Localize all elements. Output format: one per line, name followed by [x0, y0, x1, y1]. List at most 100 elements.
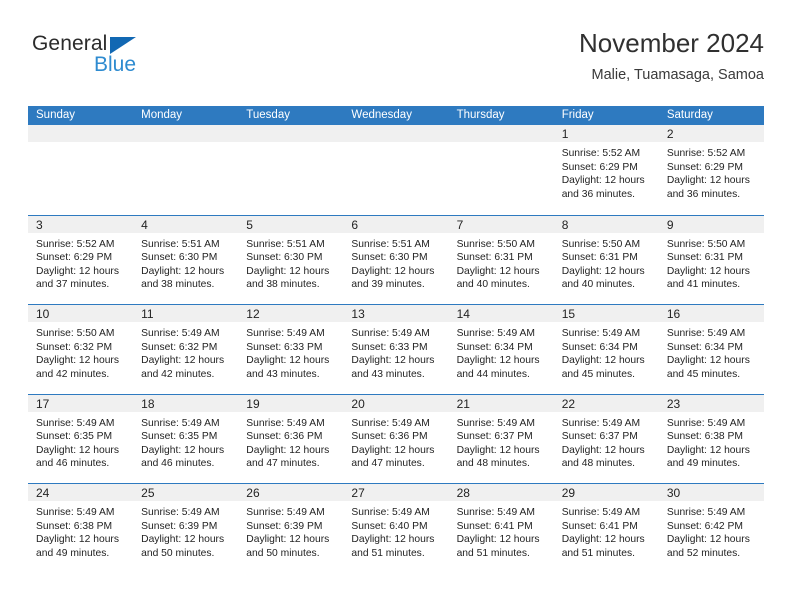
day-detail-line: Daylight: 12 hours: [36, 534, 119, 546]
day-cell[interactable]: 9 Sunrise: 5:50 AM Sunset: 6:31 PM Daylight…: [658, 215, 764, 305]
day-cell[interactable]: 19 Sunrise: 5:49 AM Sunset: 6:36 PM Dayligh…: [238, 394, 344, 484]
day-detail-line: and 48 minutes.: [561, 458, 635, 470]
day-detail-line: and 51 minutes.: [456, 547, 530, 559]
day-cell[interactable]: 13 Sunrise: 5:49 AM Sunset: 6:33 PM Dayligh…: [343, 305, 449, 394]
day-number-strip: 20: [343, 394, 449, 412]
day-detail-line: Sunrise: 5:49 AM: [246, 507, 325, 518]
day-cell[interactable]: 16 Sunrise: 5:49 AM Sunset: 6:34 PM Dayligh…: [658, 305, 764, 394]
day-cell[interactable]: 17 Sunrise: 5:49 AM Sunset: 6:35 PM Dayligh…: [28, 394, 134, 484]
day-details: Sunrise: 5:49 AM Sunset: 6:34 PM Daylight:…: [659, 322, 764, 381]
day-cell[interactable]: 15 Sunrise: 5:49 AM Sunset: 6:34 PM Dayligh…: [553, 305, 659, 394]
day-number: 11: [141, 307, 154, 321]
day-detail-line: Sunrise: 5:51 AM: [246, 238, 325, 250]
day-detail-line: and 44 minutes.: [456, 368, 530, 380]
day-number: 24: [36, 486, 50, 500]
day-cell-empty: [238, 125, 344, 215]
day-number-strip: [28, 125, 134, 142]
day-cell[interactable]: 25 Sunrise: 5:49 AM Sunset: 6:39 PM Dayligh…: [133, 484, 239, 573]
day-details: Sunrise: 5:50 AM Sunset: 6:31 PM Daylight:…: [659, 233, 764, 292]
day-detail-line: Sunset: 6:39 PM: [141, 520, 218, 532]
day-number-strip: 15: [553, 305, 659, 322]
day-details: Sunrise: 5:49 AM Sunset: 6:38 PM Daylight:…: [28, 501, 133, 560]
day-number: 6: [351, 217, 359, 232]
day-detail-line: Sunrise: 5:49 AM: [246, 417, 325, 429]
day-number-strip: 2: [658, 125, 764, 142]
day-cell[interactable]: 27 Sunrise: 5:49 AM Sunset: 6:40 PM Dayligh…: [343, 484, 449, 573]
day-detail-line: Sunset: 6:33 PM: [351, 341, 428, 353]
day-detail-line: Daylight: 12 hours: [141, 265, 225, 277]
day-detail-line: Sunset: 6:41 PM: [456, 520, 533, 532]
day-details: Sunrise: 5:49 AM Sunset: 6:41 PM Daylight:…: [449, 501, 554, 560]
day-detail-line: and 40 minutes.: [456, 279, 530, 291]
day-number-strip: 14: [448, 305, 554, 322]
calendar-week-row: 17 Sunrise: 5:49 AM Sunset: 6:35 PM Dayligh…: [28, 393, 764, 484]
day-detail-line: and 43 minutes.: [246, 368, 320, 380]
day-cell[interactable]: 8 Sunrise: 5:50 AM Sunset: 6:31 PM Daylight…: [553, 215, 659, 305]
day-cell[interactable]: 3 Sunrise: 5:52 AM Sunset: 6:29 PM Daylight…: [28, 215, 134, 305]
day-detail-line: Sunset: 6:34 PM: [456, 341, 533, 353]
day-detail-line: Sunrise: 5:51 AM: [351, 238, 430, 250]
weekday-header-friday: Friday: [561, 109, 594, 121]
day-cell[interactable]: 14 Sunrise: 5:49 AM Sunset: 6:34 PM Dayligh…: [448, 305, 554, 394]
day-detail-line: and 37 minutes.: [36, 279, 110, 291]
day-detail-line: and 51 minutes.: [561, 547, 635, 559]
day-number-strip: 1: [553, 125, 659, 142]
day-cell[interactable]: 20 Sunrise: 5:49 AM Sunset: 6:36 PM Dayligh…: [343, 394, 449, 484]
day-detail-line: Daylight: 12 hours: [561, 265, 645, 277]
day-detail-line: Sunrise: 5:49 AM: [36, 507, 115, 518]
day-details: Sunrise: 5:49 AM Sunset: 6:34 PM Daylight:…: [449, 322, 554, 381]
day-cell[interactable]: 29 Sunrise: 5:49 AM Sunset: 6:41 PM Dayligh…: [553, 484, 659, 573]
day-details: Sunrise: 5:49 AM Sunset: 6:39 PM Daylight:…: [133, 501, 238, 560]
calendar-page: General Blue November 2024 Malie, Tuamas…: [0, 0, 792, 612]
day-details: Sunrise: 5:49 AM Sunset: 6:37 PM Daylight:…: [554, 412, 659, 471]
day-cell[interactable]: 26 Sunrise: 5:49 AM Sunset: 6:39 PM Dayligh…: [238, 484, 344, 573]
day-detail-line: Daylight: 12 hours: [666, 265, 750, 277]
day-cell[interactable]: 18 Sunrise: 5:49 AM Sunset: 6:35 PM Dayligh…: [133, 394, 239, 484]
day-detail-line: Sunrise: 5:50 AM: [666, 238, 746, 250]
day-cell[interactable]: 22 Sunrise: 5:49 AM Sunset: 6:37 PM Dayligh…: [553, 394, 659, 484]
day-number-strip: 17: [28, 394, 134, 412]
day-detail-line: Sunset: 6:38 PM: [36, 520, 113, 532]
day-details: Sunrise: 5:49 AM Sunset: 6:41 PM Daylight:…: [554, 501, 659, 560]
day-detail-line: Sunrise: 5:52 AM: [36, 238, 115, 250]
day-number: 2: [666, 127, 674, 141]
day-cell[interactable]: 7 Sunrise: 5:50 AM Sunset: 6:31 PM Daylight…: [448, 215, 554, 305]
day-detail-line: Sunrise: 5:49 AM: [666, 328, 746, 339]
day-detail-line: Daylight: 12 hours: [141, 534, 225, 546]
day-cell[interactable]: 5 Sunrise: 5:51 AM Sunset: 6:30 PM Daylight…: [238, 215, 344, 305]
weekday-header-row: Sunday Monday Tuesday Wednesday Thursday Frid…: [28, 106, 764, 125]
day-details: Sunrise: 5:49 AM Sunset: 6:40 PM Daylight:…: [343, 501, 448, 560]
day-cell[interactable]: 11 Sunrise: 5:49 AM Sunset: 6:32 PM Dayligh…: [133, 305, 239, 394]
day-detail-line: Daylight: 12 hours: [246, 355, 330, 367]
day-number: 30: [666, 486, 681, 500]
day-cell[interactable]: 28 Sunrise: 5:49 AM Sunset: 6:41 PM Dayligh…: [448, 484, 554, 573]
weekday-header-thursday: Thursday: [456, 109, 505, 121]
day-detail-line: and 41 minutes.: [666, 279, 741, 291]
day-cell[interactable]: 2 Sunrise: 5:52 AM Sunset: 6:29 PM Daylight…: [658, 125, 764, 215]
calendar-week-row: 1 Sunrise: 5:52 AM Sunset: 6:29 PM Daylight…: [28, 125, 764, 215]
page-title: November 2024: [579, 28, 764, 58]
day-number: 4: [141, 217, 148, 232]
day-detail-line: Sunrise: 5:52 AM: [666, 148, 746, 159]
general-blue-logo[interactable]: General Blue: [32, 32, 232, 88]
day-cell[interactable]: 4 Sunrise: 5:51 AM Sunset: 6:30 PM Daylight…: [133, 215, 239, 305]
day-detail-line: and 48 minutes.: [456, 458, 530, 470]
day-details: Sunrise: 5:49 AM Sunset: 6:36 PM Daylight:…: [343, 412, 448, 471]
day-details: Sunrise: 5:52 AM Sunset: 6:29 PM Daylight:…: [554, 142, 659, 201]
day-cell[interactable]: 1 Sunrise: 5:52 AM Sunset: 6:29 PM Daylight…: [553, 125, 659, 215]
day-cell[interactable]: 12 Sunrise: 5:49 AM Sunset: 6:33 PM Dayligh…: [238, 305, 344, 394]
day-cell[interactable]: 24 Sunrise: 5:49 AM Sunset: 6:38 PM Dayligh…: [28, 484, 134, 573]
day-number-strip: 11: [133, 305, 239, 322]
day-cell[interactable]: 6 Sunrise: 5:51 AM Sunset: 6:30 PM Daylight…: [343, 215, 449, 305]
day-detail-line: and 38 minutes.: [246, 279, 320, 291]
day-number-strip: 9: [658, 215, 764, 233]
day-cell[interactable]: 23 Sunrise: 5:49 AM Sunset: 6:38 PM Dayligh…: [658, 394, 764, 484]
day-number: 20: [351, 396, 365, 411]
day-detail-line: Sunset: 6:35 PM: [141, 431, 218, 443]
day-cell[interactable]: 10 Sunrise: 5:50 AM Sunset: 6:32 PM Dayligh…: [28, 305, 134, 394]
day-cell[interactable]: 21 Sunrise: 5:49 AM Sunset: 6:37 PM Dayligh…: [448, 394, 554, 484]
day-detail-line: Sunset: 6:31 PM: [456, 252, 533, 264]
day-cell[interactable]: 30 Sunrise: 5:49 AM Sunset: 6:42 PM Dayligh…: [658, 484, 764, 573]
page-subtitle: Malie, Tuamasaga, Samoa: [591, 67, 764, 83]
day-number: 19: [246, 396, 260, 411]
